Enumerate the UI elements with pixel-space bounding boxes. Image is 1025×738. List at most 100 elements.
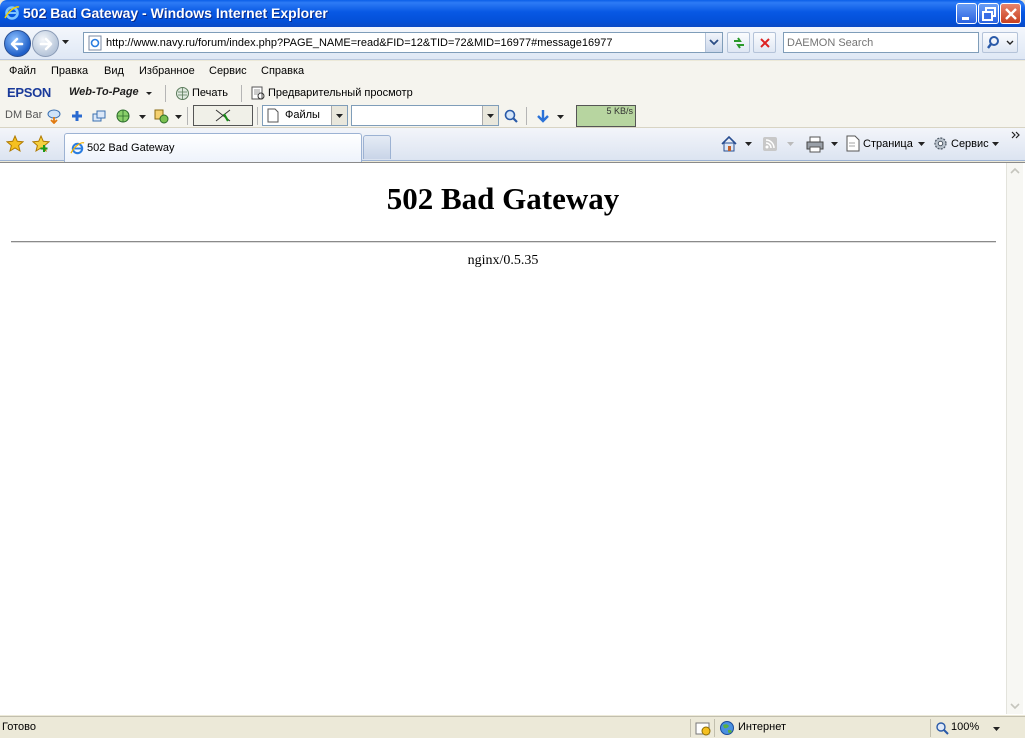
chevron-up-icon [1010, 167, 1020, 174]
search-input[interactable] [787, 34, 975, 51]
vertical-scrollbar[interactable] [1006, 163, 1023, 714]
toolbar-separator [165, 85, 166, 102]
print-preview-icon [251, 86, 265, 100]
tab-bar: 502 Bad Gateway Страница Сервис [0, 128, 1025, 162]
tab-502-bad-gateway[interactable]: 502 Bad Gateway [64, 133, 362, 162]
search-button[interactable] [982, 32, 1018, 53]
web-to-page-menu[interactable]: Web-To-Page [69, 86, 139, 98]
chevron-down-icon[interactable] [745, 142, 752, 146]
chevron-down-icon[interactable] [557, 115, 564, 119]
ie-logo-icon [4, 6, 20, 20]
forward-button[interactable] [32, 30, 59, 57]
add-favorite-icon[interactable] [32, 135, 50, 153]
window-title: 502 Bad Gateway - Windows Internet Explo… [23, 5, 328, 21]
chevron-down-icon[interactable] [175, 115, 182, 119]
url-dropdown-button[interactable] [482, 106, 498, 125]
scroll-up-button[interactable] [1007, 163, 1023, 180]
menu-edit[interactable]: Правка [51, 65, 88, 77]
chevron-down-icon [336, 114, 343, 118]
url-input[interactable] [106, 34, 701, 51]
scroll-down-button[interactable] [1007, 697, 1023, 714]
protected-mode-icon[interactable] [695, 720, 711, 736]
url-select[interactable] [351, 105, 499, 126]
chevron-down-icon[interactable] [918, 142, 925, 146]
arrow-left-icon [10, 37, 24, 51]
page-content: 502 Bad Gateway nginx/0.5.35 [0, 163, 1006, 714]
title-bar: 502 Bad Gateway - Windows Internet Explo… [0, 0, 1025, 27]
category-select[interactable]: Файлы [262, 105, 348, 126]
category-dropdown-button[interactable] [331, 106, 347, 125]
recent-pages-dropdown-icon[interactable] [61, 39, 70, 45]
menu-favorites[interactable]: Избранное [139, 65, 195, 77]
address-dropdown-button[interactable] [705, 33, 722, 52]
internet-globe-icon [720, 721, 734, 735]
new-tab-button[interactable] [363, 135, 391, 159]
chevron-down-icon [1010, 703, 1020, 710]
search-icon[interactable] [503, 108, 519, 124]
home-icon[interactable] [720, 135, 738, 153]
rss-feed-icon[interactable] [762, 136, 778, 152]
zoom-level[interactable]: 100% [951, 721, 979, 733]
status-divider [690, 719, 691, 737]
menu-help[interactable]: Справка [261, 65, 304, 77]
download-arrow-icon[interactable] [535, 108, 551, 124]
download-manager-icon[interactable] [46, 108, 62, 124]
toolbar-separator [241, 85, 242, 102]
restore-icon [982, 7, 996, 21]
dm-toolbar: DM Bar Файлы 5 KB/s [0, 104, 1025, 128]
page-heading: 502 Bad Gateway [386, 181, 620, 216]
arrow-right-icon [39, 37, 53, 51]
print-globe-icon [176, 87, 189, 100]
menu-tools[interactable]: Сервис [209, 65, 247, 77]
close-icon [1005, 8, 1017, 20]
favorites-star-icon[interactable] [6, 135, 24, 153]
magnifier-icon [987, 36, 1014, 49]
chevron-down-icon [487, 114, 494, 118]
speed-value: 5 KB/s [606, 106, 633, 116]
back-button[interactable] [4, 30, 31, 57]
print-preview-button[interactable]: Предварительный просмотр [268, 87, 413, 99]
minimize-button[interactable] [956, 3, 977, 24]
chevron-down-icon[interactable] [139, 115, 146, 119]
stop-icon [760, 38, 770, 48]
page-menu-button[interactable]: Страница [863, 138, 913, 150]
epson-toolbar: EPSON Web-To-Page Печать Предварительный… [0, 83, 1025, 104]
chevron-down-icon[interactable] [831, 142, 838, 146]
maximize-button[interactable] [978, 3, 999, 24]
print-button[interactable]: Печать [192, 87, 228, 99]
minimize-icon [962, 17, 969, 20]
zoom-icon [936, 722, 949, 735]
schedule-icon[interactable] [153, 108, 169, 124]
printer-icon[interactable] [806, 135, 824, 153]
epson-logo: EPSON [7, 85, 52, 100]
tools-menu-button[interactable]: Сервис [951, 138, 989, 150]
close-window-button[interactable] [1000, 3, 1021, 24]
page-icon [846, 135, 860, 152]
status-text: Готово [2, 721, 36, 733]
globe-icon[interactable] [115, 108, 131, 124]
address-bar[interactable] [83, 32, 723, 53]
refresh-button[interactable] [727, 32, 750, 53]
drop-target-icon [215, 109, 231, 122]
document-icon [267, 108, 279, 123]
drop-zone[interactable] [193, 105, 253, 126]
server-signature: nginx/0.5.35 [467, 253, 539, 268]
toolbar-separator [187, 107, 188, 125]
chevron-down-icon[interactable] [993, 727, 1000, 731]
security-zone-label: Интернет [738, 721, 786, 733]
chevron-down-icon[interactable] [992, 142, 999, 146]
gear-icon [934, 137, 947, 150]
add-download-icon[interactable] [69, 108, 85, 124]
address-toolbar [0, 27, 1025, 60]
search-box[interactable] [783, 32, 979, 53]
windows-icon[interactable] [91, 108, 107, 124]
chevron-double-right-icon[interactable] [1011, 131, 1021, 139]
horizontal-rule [11, 241, 996, 243]
menu-view[interactable]: Вид [104, 65, 124, 77]
menu-bar: Файл Правка Вид Избранное Сервис Справка [0, 61, 1025, 83]
status-divider [714, 719, 715, 737]
stop-button[interactable] [753, 32, 776, 53]
dm-bar-label: DM Bar [5, 109, 43, 121]
menu-file[interactable]: Файл [9, 65, 36, 77]
chevron-down-icon[interactable] [145, 91, 153, 96]
